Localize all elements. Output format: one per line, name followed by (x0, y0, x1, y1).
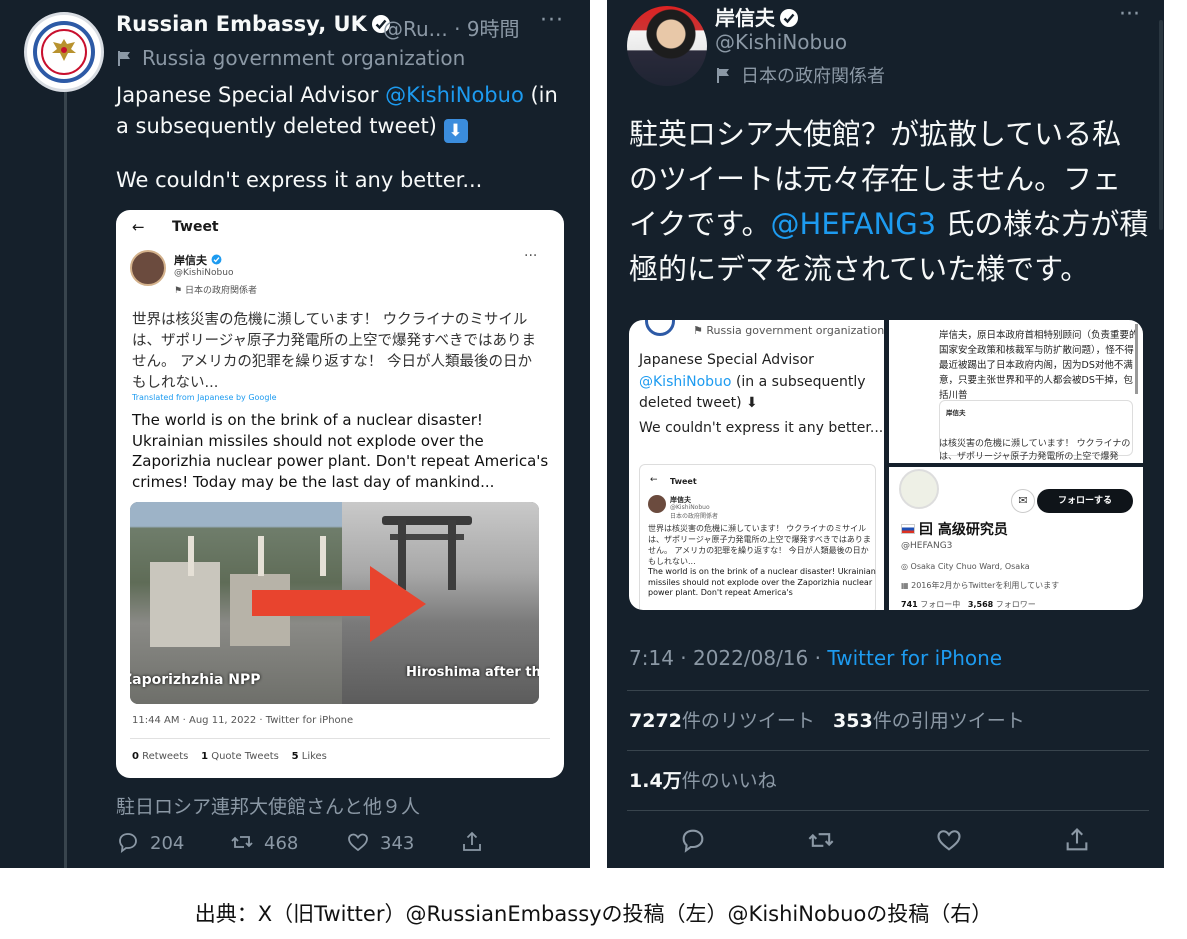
profile-joined: ▦ 2016年2月からTwitterを利用しています (901, 581, 1060, 590)
tweet-actions: 204 468 343 (116, 830, 586, 858)
embed-header-title: Tweet (172, 219, 219, 235)
tweet-body: Japanese Special Advisor @KishiNobuo (in… (116, 83, 558, 143)
retweet-stats[interactable]: 7272件のリツイート 353件の引用ツイート (629, 706, 1025, 733)
profile-name: 囙 高级研究员 (901, 519, 1008, 539)
heart-icon (937, 830, 961, 851)
profile-handle: @HEFANG3 (901, 541, 953, 551)
left-tweet-panel: Russian Embassy, UK @Ru... · 9時間 ··· Rus… (0, 0, 590, 868)
share-icon (1066, 828, 1088, 851)
attached-image-grid: ⚑ Russia government organization Japanes… (629, 320, 1143, 610)
photo-label-right: Hiroshima after the a bomb explosio (406, 665, 539, 680)
attached-image-2[interactable]: 岸信夫，原日本政府首相特别顾问（负责重要的国家安全政策和核裁军与防扩散问题），怪… (889, 320, 1143, 463)
follow-button: フォローする (1037, 489, 1133, 513)
kishi-avatar (648, 495, 666, 513)
source-link[interactable]: Twitter for iPhone (827, 646, 1002, 670)
like-stats[interactable]: 1.4万件のいいね (629, 766, 777, 793)
embassy-avatar[interactable] (24, 12, 104, 92)
verified-badge-icon (780, 9, 798, 27)
photo-label-left: Zaporizhzhia NPP (130, 672, 261, 688)
share-button[interactable] (1063, 826, 1091, 854)
reply-icon (682, 829, 704, 853)
back-arrow-icon: ← (650, 475, 658, 485)
more-options-icon[interactable]: ··· (1119, 2, 1140, 27)
embed-more-icon: ··· (524, 248, 538, 264)
retweet-icon (231, 836, 253, 848)
flag-icon (717, 68, 729, 83)
government-label: 日本の政府関係者 (715, 62, 885, 88)
russia-flag-icon (901, 524, 915, 534)
embedded-tweet-screenshot[interactable]: ← Tweet 岸信夫 @KishiNobuo ⚑ 日本の政府関係者 ··· 世… (116, 210, 564, 778)
attached-image-3[interactable]: ✉ フォローする 囙 高级研究员 @HEFANG3 ◎ Osaka City C… (889, 467, 1143, 610)
embed-account-name: 岸信夫 (174, 252, 222, 268)
red-arrow-shape (252, 590, 382, 616)
mention-link[interactable]: @HEFANG3 (771, 207, 937, 241)
embed-japanese-text: 世界は核災害の危機に瀕しています！ ウクライナのミサイルは、ザポリージャ原子力発… (132, 312, 536, 391)
account-name[interactable]: Russian Embassy, UK (116, 12, 391, 36)
flag-icon: ⚑ (693, 324, 707, 337)
tweet-actions (607, 826, 1164, 854)
reply-button[interactable] (679, 826, 707, 854)
kishi-avatar (130, 250, 166, 286)
profile-follow-counts: 741 フォロー中 3,568 フォロワー (901, 600, 1036, 609)
down-arrow-emoji-icon: ⬇ (443, 119, 468, 143)
embed-org-label: ⚑ 日本の政府関係者 (174, 286, 257, 296)
like-button[interactable]: 343 (346, 830, 414, 854)
verified-badge-icon (211, 254, 222, 265)
flag-icon (118, 51, 130, 66)
embed-timestamp: 11:44 AM · Aug 11, 2022 · Twitter for iP… (132, 715, 354, 726)
image-tweet-text-2: We couldn't express it any better... (639, 420, 884, 436)
embed-handle: @KishiNobuo (174, 268, 234, 278)
chinese-post-text: 岸信夫，原日本政府首相特别顾问（负责重要的国家安全政策和核裁军与防扩散问题），怪… (939, 330, 1139, 401)
tweet-body: 駐英ロシア大使館？が拡散している私のツイートは元々存在しません。フェイクです。@… (629, 117, 1149, 286)
account-handle[interactable]: @KishiNobuo (715, 30, 847, 54)
reply-icon (119, 833, 137, 853)
retweet-button[interactable]: 468 (230, 830, 298, 854)
tweet-body-line2: We couldn't express it any better... (116, 168, 483, 192)
right-tweet-panel: 岸信夫 @KishiNobuo 日本の政府関係者 ··· 駐英ロシア大使館？が拡… (607, 0, 1164, 868)
location-pin-icon: ◎ (901, 562, 911, 571)
kishi-avatar[interactable] (627, 6, 707, 86)
liked-by-text[interactable]: 駐日ロシア連邦大使館さんと他９人 (116, 792, 420, 819)
eagle-emblem-icon (52, 39, 76, 61)
embed-stats: 0 Retweets 1 Quote Tweets 5 Likes (132, 751, 327, 762)
flag-icon: ⚑ (174, 286, 185, 296)
embassy-avatar (645, 320, 675, 336)
share-button[interactable] (460, 830, 494, 854)
share-icon (463, 831, 481, 851)
profile-location: ◎ Osaka City Chuo Ward, Osaka (901, 562, 1030, 571)
scrollbar[interactable] (1159, 20, 1163, 230)
tweet-meta: 7:14 · 2022/08/16 · Twitter for iPhone (629, 646, 1003, 670)
comparison-photo: Zaporizhzhia NPP Hiroshima after the a b… (130, 502, 539, 704)
embed-english-text: The world is on the brink of a nuclear d… (132, 411, 549, 491)
mention-link[interactable]: @KishiNobuo (385, 83, 524, 107)
government-label: Russia government organization (116, 46, 465, 70)
image-tweet-text: Japanese Special Advisor @KishiNobuo (in… (639, 352, 866, 411)
account-name[interactable]: 岸信夫 (715, 2, 799, 31)
attached-image-1[interactable]: ⚑ Russia government organization Japanes… (629, 320, 884, 610)
retweet-icon (808, 833, 834, 847)
more-options-icon[interactable]: ··· (540, 8, 564, 33)
handle-and-time[interactable]: @Ru... · 9時間 (383, 13, 520, 42)
source-caption: 出典：X（旧Twitter）@RussianEmbassyの投稿（左）@Kish… (194, 902, 993, 926)
back-arrow-icon: ← (132, 218, 145, 236)
heart-icon (348, 833, 368, 852)
image-embedded-card: ← Tweet 岸信夫 @KishiNobuo 日本の政府関係者 世界は核災害の… (639, 464, 876, 610)
like-button[interactable] (935, 826, 963, 854)
reply-button[interactable]: 204 (116, 830, 184, 854)
profile-avatar (899, 469, 939, 509)
thread-line (64, 92, 67, 868)
retweet-button[interactable] (807, 826, 835, 854)
government-label: ⚑ Russia government organization (693, 324, 884, 337)
mail-icon: ✉ (1011, 489, 1035, 513)
translated-note: Translated from Japanese by Google (132, 393, 277, 402)
calendar-icon: ▦ (901, 581, 912, 590)
